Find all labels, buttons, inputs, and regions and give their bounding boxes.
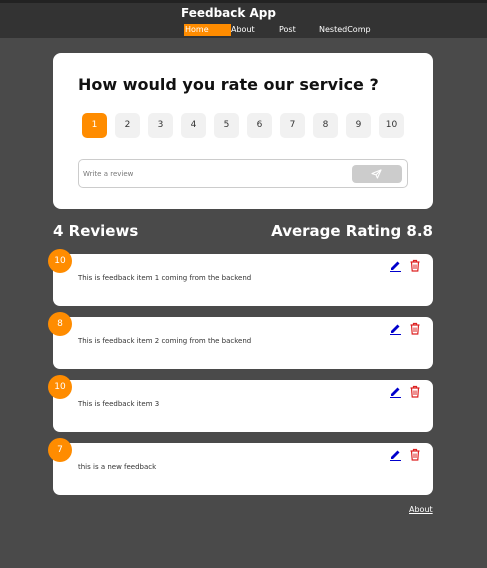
- rating-option-1[interactable]: 1: [82, 113, 107, 138]
- nav-home[interactable]: Home: [184, 24, 231, 36]
- rating-option-5[interactable]: 5: [214, 113, 239, 138]
- feedback-rating-badge: 10: [48, 375, 72, 399]
- rating-option-7[interactable]: 7: [280, 113, 305, 138]
- delete-icon[interactable]: [409, 322, 421, 335]
- feedback-text: This is feedback item 2 coming from the …: [78, 337, 252, 345]
- nav-about[interactable]: About: [231, 24, 255, 36]
- review-count: 4 Reviews: [53, 222, 139, 240]
- feedback-rating-badge: 7: [48, 438, 72, 462]
- rating-question: How would you rate our service ?: [78, 75, 379, 94]
- about-link[interactable]: About: [409, 505, 433, 514]
- nav-post[interactable]: Post: [279, 24, 296, 36]
- rating-option-6[interactable]: 6: [247, 113, 272, 138]
- rating-option-9[interactable]: 9: [346, 113, 371, 138]
- send-icon: [371, 169, 382, 179]
- nav-bar: Home About Post NestedComp: [0, 24, 487, 38]
- delete-icon[interactable]: [409, 259, 421, 272]
- delete-icon[interactable]: [409, 385, 421, 398]
- review-input-group: [78, 159, 408, 188]
- feedback-rating-badge: 10: [48, 249, 72, 273]
- rating-option-4[interactable]: 4: [181, 113, 206, 138]
- app-title: Feedback App: [180, 6, 276, 20]
- edit-icon[interactable]: [389, 448, 402, 461]
- feedback-item: 7 this is a new feedback: [48, 438, 433, 495]
- app-header: Feedback App Home About Post NestedComp: [0, 3, 487, 38]
- edit-icon[interactable]: [389, 259, 402, 272]
- average-rating: Average Rating 8.8: [271, 222, 433, 240]
- rating-option-3[interactable]: 3: [148, 113, 173, 138]
- feedback-text: This is feedback item 1 coming from the …: [78, 274, 252, 282]
- nav-nested-comp[interactable]: NestedComp: [319, 24, 371, 36]
- rating-option-10[interactable]: 10: [379, 113, 404, 138]
- review-input[interactable]: [83, 160, 343, 187]
- rating-option-2[interactable]: 2: [115, 113, 140, 138]
- rating-card: How would you rate our service ? 1 2 3 4…: [53, 53, 433, 209]
- rating-option-8[interactable]: 8: [313, 113, 338, 138]
- feedback-rating-badge: 8: [48, 312, 72, 336]
- feedback-item: 10 This is feedback item 1 coming from t…: [48, 249, 433, 306]
- send-button[interactable]: [352, 165, 402, 183]
- delete-icon[interactable]: [409, 448, 421, 461]
- feedback-text: this is a new feedback: [78, 463, 157, 471]
- edit-icon[interactable]: [389, 322, 402, 335]
- edit-icon[interactable]: [389, 385, 402, 398]
- feedback-item: 8 This is feedback item 2 coming from th…: [48, 312, 433, 369]
- feedback-text: This is feedback item 3: [78, 400, 160, 408]
- feedback-item: 10 This is feedback item 3: [48, 375, 433, 432]
